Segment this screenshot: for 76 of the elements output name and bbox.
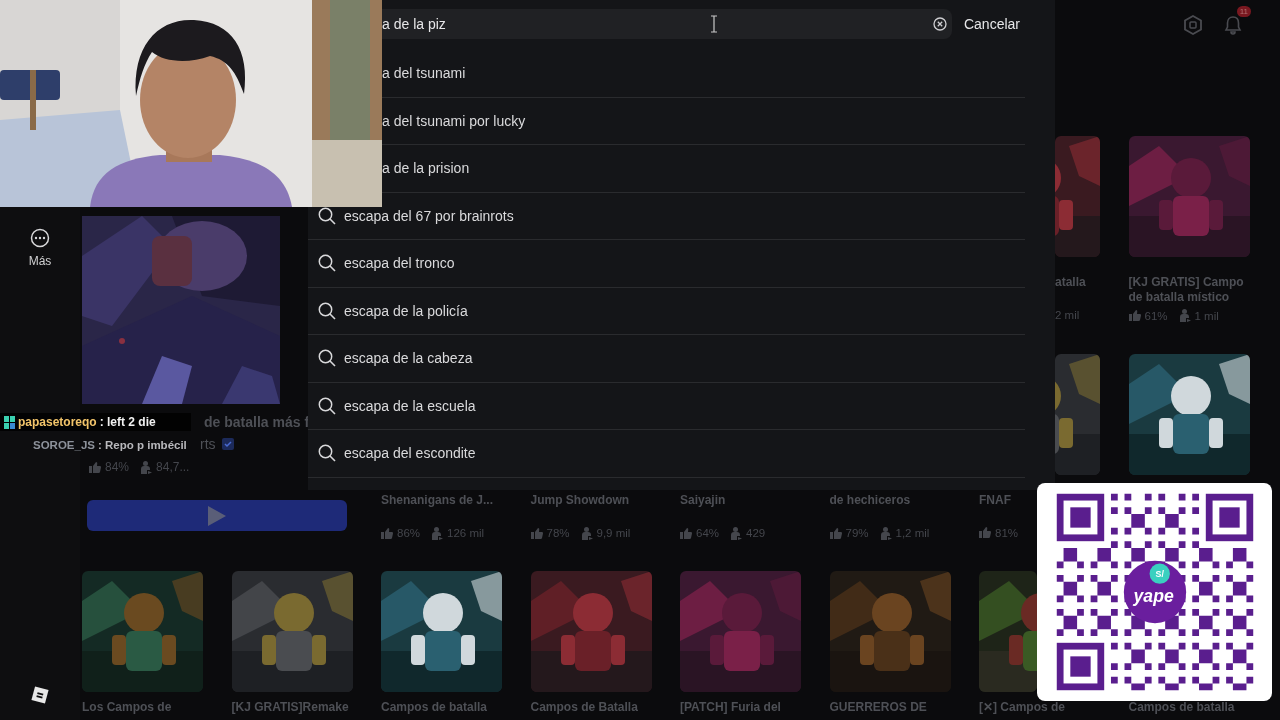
suggestion-item[interactable]: escapa del tronco [308,240,1025,288]
person-icon [880,526,892,540]
game-title[interactable]: de hechiceros [829,492,911,523]
game-title[interactable]: atalla [1055,275,1086,305]
game-title[interactable]: Campos de batalla [1128,700,1235,720]
cancel-button[interactable]: Cancelar [958,12,1025,36]
chat-username: papasetoreqo [18,415,97,429]
players-text: 126 mil [447,527,485,539]
rating-text: 86% [397,527,421,539]
game-title[interactable]: [PATCH] Furia del [680,700,781,720]
logo-icon [1123,560,1186,624]
rating-text: 81% [995,526,1019,539]
play-button[interactable] [87,500,347,531]
rating-text: 84% [105,460,130,474]
person-icon [141,460,153,474]
game-title[interactable]: [✕] Campos de [979,700,1065,720]
person-icon [432,526,444,540]
suggestion-item[interactable]: escapa de la cabeza [308,335,1025,383]
hexagon-icon[interactable] [1184,15,1202,35]
text-cursor-icon [711,15,717,33]
search-icon [318,254,336,273]
search-icon [318,349,336,368]
game-title[interactable]: Campos de batalla [381,700,488,720]
suggestion-item[interactable]: escapa de la policía [308,287,1025,335]
logo-icon[interactable] [31,686,49,704]
person-icon [1179,309,1191,322]
logo-text: yape [1133,586,1174,607]
players-text: 1 mil [1194,309,1219,322]
bell-icon[interactable] [1224,15,1242,35]
suggestion-item[interactable]: a del tsunami por lucky [382,97,1025,145]
game-title[interactable]: Shenanigans de J... [381,492,494,523]
person-icon [731,526,743,540]
play-icon [208,505,226,526]
game-title[interactable]: Campos de Batalla [530,700,638,720]
thumbs-up-icon [89,461,101,473]
currency-text: S/ [1155,569,1164,580]
more-icon [30,228,50,248]
thumbs-up-icon [530,527,543,539]
suggestion-item[interactable]: escapa de la escuela [308,382,1025,430]
game-title[interactable]: [KJ GRATIS]Remake [231,700,349,720]
search-field[interactable]: a de la piz [382,9,952,39]
players-text: 9,9 mil [596,527,631,539]
suggestion-item[interactable]: a del tsunami [382,50,1025,98]
rating-text: 61% [1144,309,1168,322]
players-text: 2 mil [1055,309,1080,321]
notification-badge: 11 [1236,6,1251,17]
chat-message: : left 2 die [99,415,156,429]
chat-message: : Repo p imbécil [98,439,187,451]
search-icon [318,206,336,225]
thumbs-up-icon [979,527,991,538]
players-text: 1,2 mil [895,527,930,539]
suggestion-item[interactable]: escapa del escondite [308,430,1025,478]
rating-text: 64% [696,527,720,539]
players-text: 429 [746,527,766,539]
more-button[interactable]: Más [26,226,54,270]
suggestion-item[interactable]: a de la prision [382,145,1025,193]
game-title[interactable]: FNAF [979,492,1011,523]
search-icon [318,301,336,320]
game-title[interactable]: GUERREROS DE [829,700,927,720]
game-title[interactable]: Saiyajin [680,492,726,523]
players-text: 84,7... [156,460,190,474]
search-icon [318,396,336,415]
rating-text: 78% [546,527,570,539]
thumbs-up-icon [1128,310,1141,321]
clear-icon[interactable] [932,17,947,31]
chat-username: SOROE_JS [33,439,95,451]
game-title[interactable]: [KJ GRATIS] Campo de batalla místico [1128,275,1250,305]
game-title[interactable]: Los Campos de [82,700,172,720]
thumbs-up-icon [381,527,393,539]
person-icon [581,526,593,540]
rating-text: 79% [845,527,869,539]
search-icon [318,444,336,463]
thumbs-up-icon [829,527,842,539]
game-title[interactable]: Jump Showdown [530,492,630,523]
creator-name: rts [200,436,216,452]
thumbs-up-icon [680,527,692,539]
